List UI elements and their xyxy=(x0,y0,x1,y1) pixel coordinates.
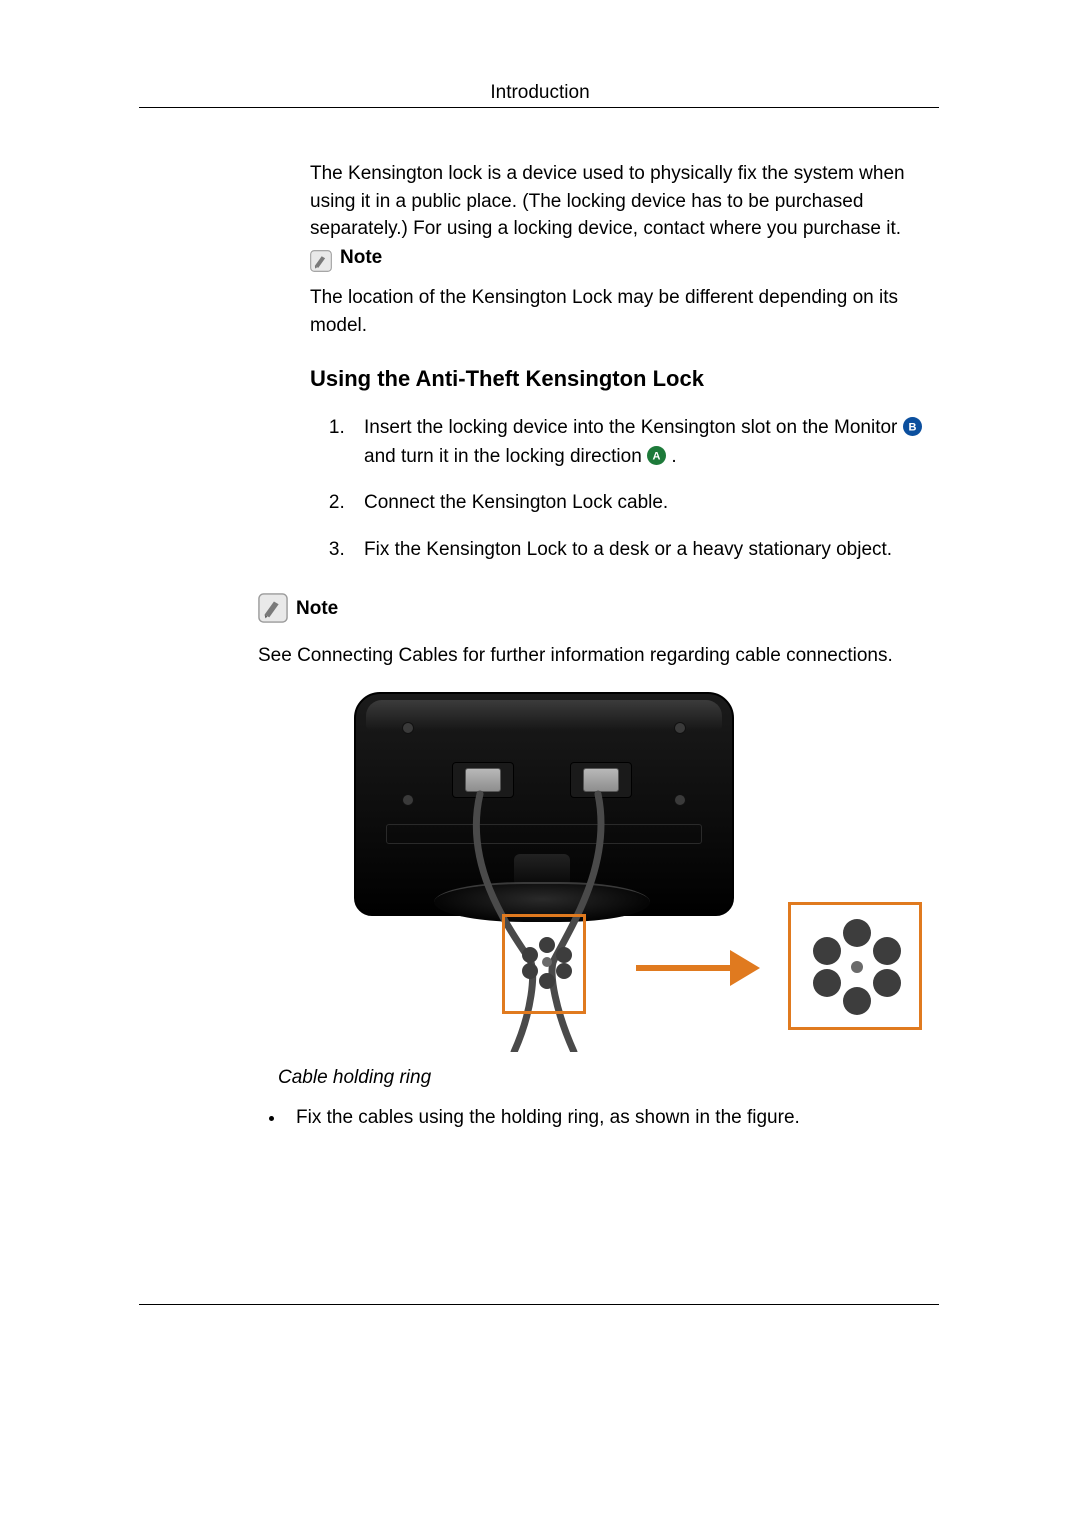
document-page: Introduction The Kensington lock is a de… xyxy=(0,0,1080,1527)
step-3: Fix the Kensington Lock to a desk or a h… xyxy=(350,536,942,565)
note-text-2: See Connecting Cables for further inform… xyxy=(258,642,942,670)
note-label: Note xyxy=(340,244,382,272)
header-rule xyxy=(139,107,939,108)
cable-ring-large xyxy=(809,919,905,1015)
step-1: Insert the locking device into the Kensi… xyxy=(350,414,942,471)
cable-ring-small xyxy=(522,937,572,987)
note-row: Note xyxy=(310,244,942,272)
note-row-2: Note xyxy=(258,593,942,623)
step-1-text-c: . xyxy=(671,446,676,467)
section-heading: Using the Anti-Theft Kensington Lock xyxy=(310,363,942,395)
svg-text:A: A xyxy=(653,450,661,462)
badge-a-icon: A xyxy=(647,446,666,465)
note-text: The location of the Kensington Lock may … xyxy=(310,284,942,339)
figure-bullet: Fix the cables using the holding ring, a… xyxy=(286,1104,942,1132)
steps-list: Insert the locking device into the Kensi… xyxy=(310,414,942,564)
svg-text:B: B xyxy=(908,422,916,434)
intro-paragraph: The Kensington lock is a device used to … xyxy=(310,160,942,243)
note-icon xyxy=(310,250,332,272)
step-1-text-a: Insert the locking device into the Kensi… xyxy=(364,417,903,438)
figure-caption: Cable holding ring xyxy=(278,1064,962,1092)
figure-cable-ring xyxy=(354,692,923,1054)
highlight-box-left xyxy=(502,914,586,1014)
footer-rule xyxy=(139,1304,939,1305)
step-2: Connect the Kensington Lock cable. xyxy=(350,489,942,518)
note-icon xyxy=(258,593,288,623)
figure-notes-list: Fix the cables using the holding ring, a… xyxy=(258,1104,942,1132)
badge-b-icon: B xyxy=(903,417,922,436)
page-header-title: Introduction xyxy=(0,82,1080,104)
highlight-box-right xyxy=(788,902,922,1030)
note-label-2: Note xyxy=(296,595,338,623)
arrow-right-icon xyxy=(636,950,766,986)
step-1-text-b: and turn it in the locking direction xyxy=(364,446,647,467)
